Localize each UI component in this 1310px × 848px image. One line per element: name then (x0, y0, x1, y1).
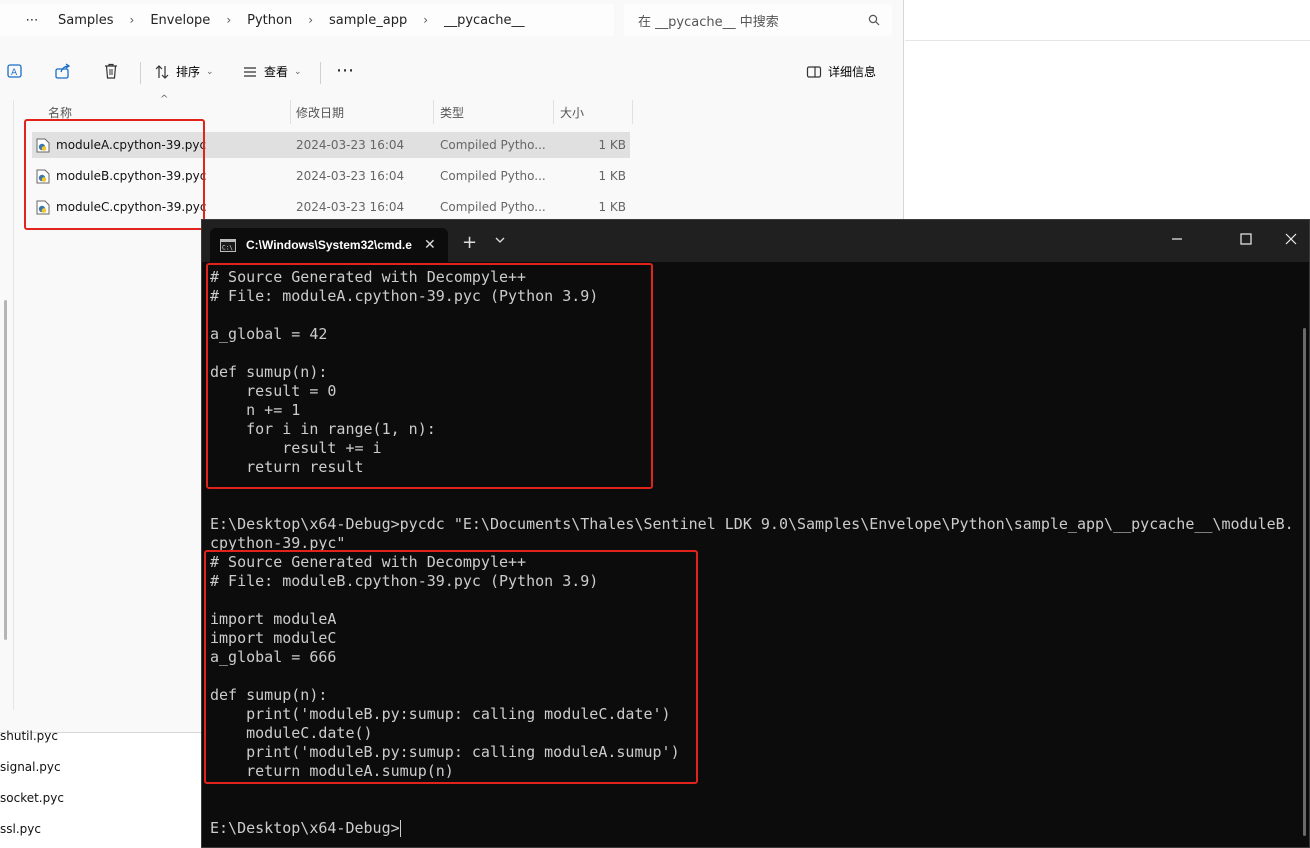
terminal-titlebar[interactable]: C:\ C:\Windows\System32\cmd.e ✕ + (202, 220, 1309, 262)
terminal-tab[interactable]: C:\ C:\Windows\System32\cmd.e ✕ (210, 228, 448, 262)
nav-pane-scrollbar[interactable] (4, 300, 7, 640)
share-button[interactable] (54, 62, 72, 80)
chevron-right-icon: › (423, 13, 429, 27)
svg-text:A: A (11, 68, 18, 78)
close-icon[interactable] (1284, 232, 1298, 246)
breadcrumb-item[interactable]: __pycache__ (438, 13, 530, 28)
sort-button[interactable]: 排序 ⌄ (154, 63, 214, 80)
svg-text:C:\: C:\ (222, 244, 233, 251)
maximize-icon[interactable] (1239, 232, 1253, 246)
console-line: E:\Desktop\x64-Debug>pycdc "E:\Documents… (210, 515, 1294, 533)
terminal-scrollbar[interactable] (1303, 328, 1306, 836)
delete-button[interactable] (102, 62, 120, 80)
rename-icon: A (7, 64, 22, 78)
new-tab-button[interactable]: + (462, 232, 477, 253)
toolbar-divider (140, 62, 141, 84)
breadcrumb-item[interactable]: Samples (52, 13, 120, 28)
more-options-button[interactable]: ⋯ (336, 60, 354, 81)
prompt-line[interactable]: E:\Desktop\x64-Debug> (210, 819, 1300, 838)
background-file-label: socket.pyc (0, 791, 64, 805)
chevron-right-icon: › (226, 13, 232, 27)
chevron-down-icon: ⌄ (294, 66, 302, 77)
rename-button[interactable]: A (6, 62, 24, 80)
background-file-label: shutil.pyc (0, 729, 58, 743)
cmd-icon: C:\ (220, 238, 236, 252)
text-cursor (399, 820, 401, 837)
address-bar[interactable]: ⋯ Samples › Envelope › Python › sample_a… (0, 4, 614, 36)
sort-label: 排序 (176, 65, 201, 79)
chevron-right-icon: › (308, 13, 313, 27)
background-file-label: signal.pyc (0, 760, 61, 774)
minimize-icon[interactable] (1170, 232, 1184, 246)
search-box[interactable]: 在 __pycache__ 中搜索 (624, 4, 892, 36)
column-divider[interactable] (290, 100, 291, 124)
file-type: Compiled Pytho... (440, 138, 546, 152)
details-pane-icon (806, 65, 822, 78)
search-placeholder: 在 __pycache__ 中搜索 (638, 14, 779, 30)
console-prompt: E:\Desktop\x64-Debug> (210, 819, 400, 837)
chevron-down-icon: ⌄ (206, 66, 214, 77)
details-label: 详细信息 (828, 65, 877, 79)
column-header-size[interactable]: 大小 (560, 100, 584, 124)
file-date: 2024-03-23 16:04 (296, 169, 405, 183)
background-divider (905, 40, 1310, 41)
trash-icon (105, 63, 117, 79)
highlight-box (204, 550, 698, 784)
breadcrumb-item[interactable]: Python (241, 13, 298, 28)
sort-icon (155, 64, 169, 79)
toolbar-divider (320, 62, 321, 84)
file-date: 2024-03-23 16:04 (296, 138, 405, 152)
chevron-right-icon: › (129, 13, 135, 27)
nav-pane-divider (13, 100, 14, 710)
column-divider[interactable] (553, 100, 554, 124)
tab-title: C:\Windows\System32\cmd.e (246, 238, 412, 252)
terminal-window: C:\ C:\Windows\System32\cmd.e ✕ + # Sour… (201, 219, 1310, 848)
details-pane-button[interactable]: 详细信息 (806, 63, 876, 80)
more-locations-icon[interactable]: ⋯ (20, 13, 44, 28)
view-label: 查看 (264, 65, 289, 79)
more-icon: ⋯ (336, 60, 354, 81)
column-header-date[interactable]: 修改日期 (296, 100, 344, 124)
sort-ascending-icon: ^ (160, 94, 169, 105)
highlight-box (206, 263, 653, 489)
share-icon (55, 63, 71, 79)
close-tab-icon[interactable]: ✕ (424, 237, 436, 253)
column-divider[interactable] (433, 100, 434, 124)
chevron-down-icon[interactable] (494, 234, 506, 246)
file-type: Compiled Pytho... (440, 169, 546, 183)
breadcrumb-item[interactable]: sample_app (323, 13, 413, 28)
background-file-label: ssl.pyc (0, 822, 41, 836)
view-button[interactable]: 查看 ⌄ (242, 63, 302, 80)
file-size: 1 KB (598, 138, 626, 152)
view-icon (244, 66, 256, 77)
file-type: Compiled Pytho... (440, 200, 546, 214)
column-header-type[interactable]: 类型 (440, 100, 464, 124)
file-size: 1 KB (598, 169, 626, 183)
column-divider[interactable] (632, 100, 633, 124)
file-date: 2024-03-23 16:04 (296, 200, 405, 214)
highlight-box (24, 119, 205, 230)
search-icon (868, 14, 880, 26)
breadcrumb-item[interactable]: Envelope (144, 13, 216, 28)
file-size: 1 KB (598, 200, 626, 214)
